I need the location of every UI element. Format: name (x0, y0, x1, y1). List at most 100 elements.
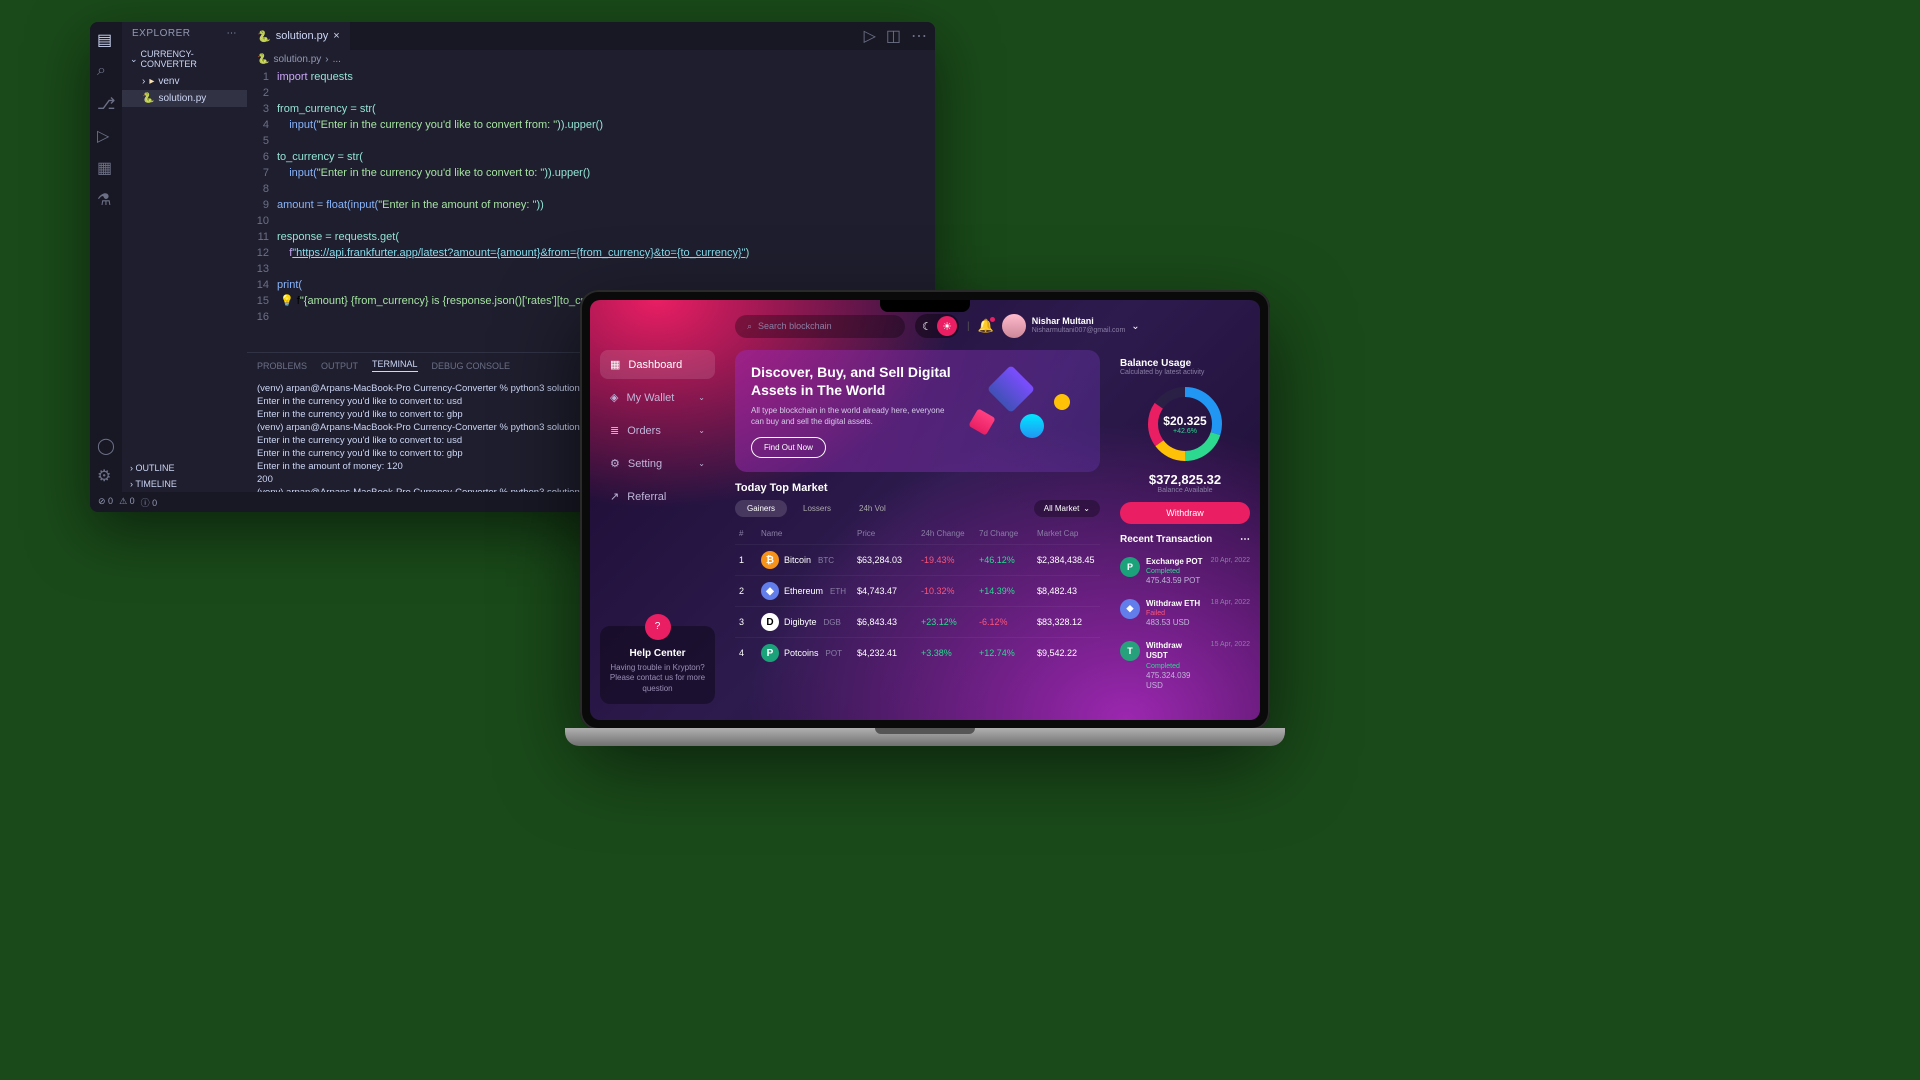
status-warnings[interactable]: ⚠ 0 (119, 496, 135, 509)
run-debug-icon[interactable]: ▷ (97, 126, 115, 144)
more-icon[interactable]: ⋯ (1240, 534, 1250, 545)
chevron-right-icon: › (325, 54, 328, 65)
transaction-item[interactable]: P Exchange POTCompleted475.43.59 POT 20 … (1120, 551, 1250, 593)
coin-icon: ◆ (761, 582, 779, 600)
moon-icon: ☾ (917, 316, 937, 336)
sidebar-item-label: My Wallet (626, 392, 674, 404)
laptop-notch (880, 300, 970, 312)
outline-section[interactable]: › OUTLINE (122, 460, 247, 476)
market-filter[interactable]: All Market ⌄ (1034, 500, 1100, 517)
editor-tabs: 🐍 solution.py × ▷ ◫ ⋯ (247, 22, 935, 50)
table-row[interactable]: 2 ◆EthereumETH $4,743.47 -10.32% +14.39%… (735, 575, 1100, 606)
split-icon[interactable]: ◫ (886, 26, 901, 46)
sidebar-item-referral[interactable]: ↗ Referral (600, 482, 715, 511)
transactions-title: Recent Transaction ⋯ (1120, 534, 1250, 545)
more-icon[interactable]: ⋯ (911, 26, 927, 46)
tab-24h-vol[interactable]: 24h Vol (847, 500, 898, 517)
more-icon[interactable]: ⋯ (227, 28, 238, 39)
referral-icon: ↗ (610, 490, 619, 503)
hero-subtitle: All type blockchain in the world already… (751, 405, 951, 427)
project-root[interactable]: ⌄ CURRENCY-CONVERTER (122, 45, 247, 73)
sidebar-item-dashboard[interactable]: ▦ Dashboard (600, 350, 715, 379)
coin-icon: ₿ (761, 551, 779, 569)
folder-venv[interactable]: › ▸ venv (122, 73, 247, 90)
status-errors[interactable]: ⊘ 0 (98, 496, 113, 509)
breadcrumb-file: solution.py (273, 54, 321, 65)
accounts-icon[interactable]: ◯ (97, 436, 115, 454)
breadcrumb[interactable]: 🐍 solution.py › ... (247, 50, 935, 69)
explorer-icon[interactable]: ▤ (97, 30, 115, 48)
hero-card: Discover, Buy, and Sell Digital Assets i… (735, 350, 1100, 472)
tab-solution[interactable]: 🐍 solution.py × (247, 22, 350, 50)
explorer-header: EXPLORER ⋯ (122, 22, 247, 45)
balance-subtitle: Calculated by latest activity (1120, 369, 1250, 376)
notifications-icon[interactable]: 🔔 (978, 318, 994, 334)
status-info[interactable]: ⓘ 0 (141, 496, 158, 509)
table-row[interactable]: 1 ₿BitcoinBTC $63,284.03 -19.43% +46.12%… (735, 544, 1100, 575)
find-out-button[interactable]: Find Out Now (751, 437, 826, 458)
run-icon[interactable]: ▷ (864, 26, 876, 46)
tx-icon: ◆ (1120, 599, 1140, 619)
help-icon: ? (645, 614, 671, 640)
python-icon: 🐍 (142, 93, 154, 104)
extensions-icon[interactable]: ▦ (97, 158, 115, 176)
activity-bar: ▤ ⌕ ⎇ ▷ ▦ ⚗ ◯ ⚙ (90, 22, 122, 492)
more-icon: ... (333, 54, 341, 65)
tab-lossers[interactable]: Lossers (791, 500, 843, 517)
line-numbers: 12345678910111213141516 (247, 69, 277, 352)
timeline-section[interactable]: › TIMELINE (122, 476, 247, 492)
laptop-base (565, 728, 1285, 746)
market-table: # Name Price 24h Change 7d Change Market… (735, 523, 1100, 668)
market-title: Today Top Market (735, 482, 828, 494)
tab-gainers[interactable]: Gainers (735, 500, 787, 517)
transaction-item[interactable]: T Withdraw USDTCompleted475.324.039 USD … (1120, 635, 1250, 698)
tab-problems[interactable]: PROBLEMS (257, 361, 307, 371)
donut-pct: +42.6% (1173, 428, 1197, 435)
sidebar-item-label: Referral (627, 491, 666, 503)
transaction-item[interactable]: ◆ Withdraw ETHFailed483.53 USD 18 Apr, 2… (1120, 593, 1250, 635)
hero-title: Discover, Buy, and Sell Digital Assets i… (751, 364, 964, 399)
sidebar-item-setting[interactable]: ⚙ Setting ⌄ (600, 449, 715, 478)
search-input[interactable]: ⌕ Search blockchain (735, 315, 905, 338)
hero-illustration (964, 364, 1084, 458)
close-icon[interactable]: × (333, 30, 339, 42)
editor-actions: ▷ ◫ ⋯ (864, 26, 927, 46)
testing-icon[interactable]: ⚗ (97, 190, 115, 208)
withdraw-button[interactable]: Withdraw (1120, 502, 1250, 524)
search-icon: ⌕ (747, 321, 752, 332)
chevron-right-icon: › (142, 76, 145, 87)
sun-icon: ☀ (937, 316, 957, 336)
source-control-icon[interactable]: ⎇ (97, 94, 115, 112)
explorer-sidebar: EXPLORER ⋯ ⌄ CURRENCY-CONVERTER › ▸ venv… (122, 22, 247, 492)
sidebar-item-label: Setting (628, 458, 662, 470)
wallet-icon: ◈ (610, 391, 618, 404)
balance-total: $372,825.32 (1120, 472, 1250, 487)
market-header: Today Top Market (735, 482, 1100, 494)
transactions-card: Recent Transaction ⋯ P Exchange POTCompl… (1120, 534, 1250, 697)
project-name: CURRENCY-CONVERTER (141, 49, 239, 69)
tx-icon: P (1120, 557, 1140, 577)
help-text: Having trouble in Krypton? Please contac… (608, 663, 707, 694)
theme-toggle[interactable]: ☾ ☀ (915, 314, 959, 338)
tab-debug-console[interactable]: DEBUG CONSOLE (432, 361, 511, 371)
tab-terminal[interactable]: TERMINAL (372, 359, 418, 372)
chevron-down-icon: ⌄ (698, 459, 705, 468)
sidebar-item-orders[interactable]: ≣ Orders ⌄ (600, 416, 715, 445)
table-header: # Name Price 24h Change 7d Change Market… (735, 523, 1100, 544)
search-icon[interactable]: ⌕ (97, 62, 115, 80)
avatar (1002, 314, 1026, 338)
sidebar-item-wallet[interactable]: ◈ My Wallet ⌄ (600, 383, 715, 412)
tab-label: solution.py (276, 30, 329, 42)
divider: | (967, 321, 970, 332)
file-solution[interactable]: 🐍 solution.py (122, 90, 247, 107)
chevron-down-icon: ⌄ (1083, 504, 1090, 513)
market-tabs: Gainers Lossers 24h Vol All Market ⌄ (735, 500, 1100, 517)
table-row[interactable]: 3 DDigibyteDGB $6,843.43 +23.12% -6.12% … (735, 606, 1100, 637)
dashboard: ▦ Dashboard ◈ My Wallet ⌄ ≣ Orders ⌄ ⚙ (590, 300, 1260, 720)
chevron-down-icon: ⌄ (130, 54, 138, 65)
dashboard-sidebar: ▦ Dashboard ◈ My Wallet ⌄ ≣ Orders ⌄ ⚙ (590, 300, 725, 720)
table-row[interactable]: 4 PPotcoinsPOT $4,232.41 +3.38% +12.74% … (735, 637, 1100, 668)
settings-icon[interactable]: ⚙ (97, 466, 115, 484)
tab-output[interactable]: OUTPUT (321, 361, 358, 371)
search-placeholder: Search blockchain (758, 321, 832, 331)
